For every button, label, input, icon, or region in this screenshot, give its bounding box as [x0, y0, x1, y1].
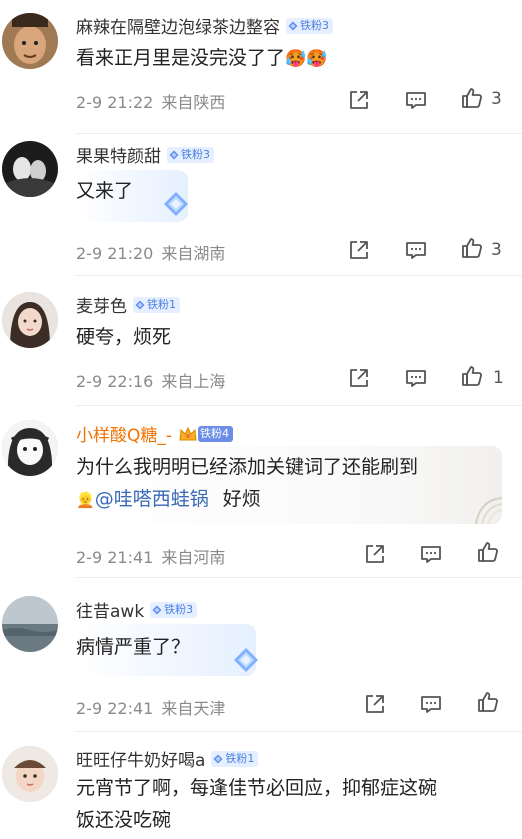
badge-label: 铁粉1	[225, 751, 255, 765]
username[interactable]: 往昔awk 铁粉3	[76, 597, 198, 622]
like-icon[interactable]	[460, 364, 484, 388]
comment-icon[interactable]	[404, 238, 428, 262]
comment-icon[interactable]	[404, 366, 428, 390]
like-count: 3	[491, 240, 502, 260]
location: 来自上海	[161, 372, 226, 391]
like-icon[interactable]	[476, 540, 500, 564]
diamond-icon	[162, 190, 190, 218]
badge-label: 铁粉3	[164, 602, 194, 616]
comment-text: 为什么我明明已经添加关键词了还能刷到	[76, 456, 419, 478]
diamond-icon	[135, 300, 145, 310]
username-text[interactable]: 麦芽色	[76, 292, 127, 317]
badge-label: 铁粉4	[200, 426, 230, 440]
location: 来自河南	[161, 548, 226, 567]
username-text[interactable]: 往昔awk	[76, 597, 144, 622]
comment-icon[interactable]	[404, 88, 428, 112]
comment-meta: 2-9 21:22 来自陕西	[76, 89, 233, 113]
diamond-icon	[169, 150, 179, 160]
comment-item: 旺旺仔牛奶好喝a 铁粉1 元宵节了啊，每逢佳节必回应，抑郁症这碗 饭还没吃碗	[0, 732, 522, 839]
comment-icon[interactable]	[419, 542, 443, 566]
comment-text: 又来了	[76, 180, 134, 202]
comment-item: 果果特颜甜 铁粉3 又来了 2-9 21:20 来自湖南 3	[0, 134, 522, 276]
username[interactable]: 果果特颜甜 铁粉3	[76, 142, 214, 167]
comment-text: 看来正月里是没完没了了🥵🥵	[76, 42, 327, 75]
comment-item: 往昔awk 铁粉3 病情严重了？ 2-9 22:41 来自天津	[0, 578, 522, 732]
comment-meta: 2-9 21:41 来自河南	[76, 544, 233, 568]
diamond-icon	[288, 21, 298, 31]
timestamp: 2-9 22:16	[76, 372, 154, 391]
comment-text-line2: 👱@哇嗒西蛙锅 好烦	[76, 483, 261, 516]
share-icon[interactable]	[347, 238, 371, 262]
comment-text-line2: 饭还没吃碗	[76, 809, 172, 831]
username[interactable]: 旺旺仔牛奶好喝a 铁粉1	[76, 746, 259, 771]
comment-body: 看来正月里是没完没了了	[76, 47, 286, 69]
share-icon[interactable]	[363, 542, 387, 566]
timestamp: 2-9 21:41	[76, 548, 154, 567]
avatar[interactable]	[2, 420, 58, 476]
diamond-icon	[232, 646, 260, 674]
crown-icon	[179, 426, 197, 440]
diamond-icon	[213, 754, 223, 764]
comment-item: 麻辣在隔壁边泡绿茶边整容 铁粉3 看来正月里是没完没了了🥵🥵 2-9 21:22…	[0, 0, 522, 134]
fan-badge[interactable]: 铁粉1	[133, 296, 180, 313]
comment-meta: 2-9 21:20 来自湖南	[76, 240, 233, 264]
share-icon[interactable]	[347, 366, 371, 390]
decoration-icon	[475, 497, 503, 525]
avatar[interactable]	[2, 141, 58, 197]
location: 来自湖南	[161, 244, 226, 263]
mention-link[interactable]: @哇嗒西蛙锅	[95, 488, 209, 510]
like-count: 1	[493, 368, 504, 388]
share-icon[interactable]	[347, 88, 371, 112]
location: 来自天津	[161, 699, 226, 718]
fan-badge[interactable]: 铁粉1	[211, 750, 259, 767]
fan-badge[interactable]: 铁粉3	[167, 146, 214, 163]
timestamp: 2-9 22:41	[76, 699, 154, 718]
like-icon[interactable]	[460, 86, 484, 110]
comment-text: 元宵节了啊，每逢佳节必回应，抑郁症这碗	[76, 777, 438, 799]
timestamp: 2-9 21:22	[76, 93, 154, 112]
username-text[interactable]: 麻辣在隔壁边泡绿茶边整容	[76, 13, 280, 38]
comment-body: 好烦	[222, 488, 261, 510]
like-icon[interactable]	[460, 236, 484, 260]
mention-emoji: 👱	[76, 491, 95, 509]
badge-label: 铁粉3	[300, 18, 329, 32]
avatar[interactable]	[2, 596, 58, 652]
avatar[interactable]	[2, 746, 58, 802]
fan-badge[interactable]: 铁粉4	[198, 425, 234, 442]
comment-item: 小样酸Q糖_- 铁粉4 为什么我明明已经添加关键词了还能刷到 👱@哇嗒西蛙锅 好…	[0, 406, 522, 578]
badge-label: 铁粉1	[147, 297, 176, 311]
emoji: 🥵🥵	[285, 49, 328, 69]
like-icon[interactable]	[476, 690, 500, 714]
comment-meta: 2-9 22:41 来自天津	[76, 695, 233, 719]
location: 来自陕西	[161, 93, 226, 112]
share-icon[interactable]	[363, 692, 387, 716]
like-count: 3	[491, 89, 502, 109]
avatar[interactable]	[2, 13, 58, 69]
comment-icon[interactable]	[419, 692, 443, 716]
comment-text: 病情严重了？	[76, 636, 191, 658]
timestamp: 2-9 21:20	[76, 244, 154, 263]
comment-item: 麦芽色 铁粉1 硬夸，烦死 2-9 22:16 来自上海 1	[0, 276, 522, 406]
fan-badge[interactable]: 铁粉3	[286, 17, 333, 34]
username[interactable]: 麦芽色 铁粉1	[76, 292, 180, 317]
username-text[interactable]: 果果特颜甜	[76, 142, 161, 167]
username-text[interactable]: 旺旺仔牛奶好喝a	[76, 746, 205, 771]
diamond-icon	[152, 605, 162, 615]
username-text[interactable]: 小样酸Q糖_-	[76, 421, 172, 446]
username[interactable]: 小样酸Q糖_- 铁粉4	[76, 421, 234, 446]
username[interactable]: 麻辣在隔壁边泡绿茶边整容 铁粉3	[76, 13, 333, 38]
fan-badge[interactable]: 铁粉3	[150, 601, 198, 618]
comment-text: 硬夸，烦死	[76, 326, 172, 348]
comment-meta: 2-9 22:16 来自上海	[76, 368, 233, 392]
badge-label: 铁粉3	[181, 147, 210, 161]
avatar[interactable]	[2, 292, 58, 348]
